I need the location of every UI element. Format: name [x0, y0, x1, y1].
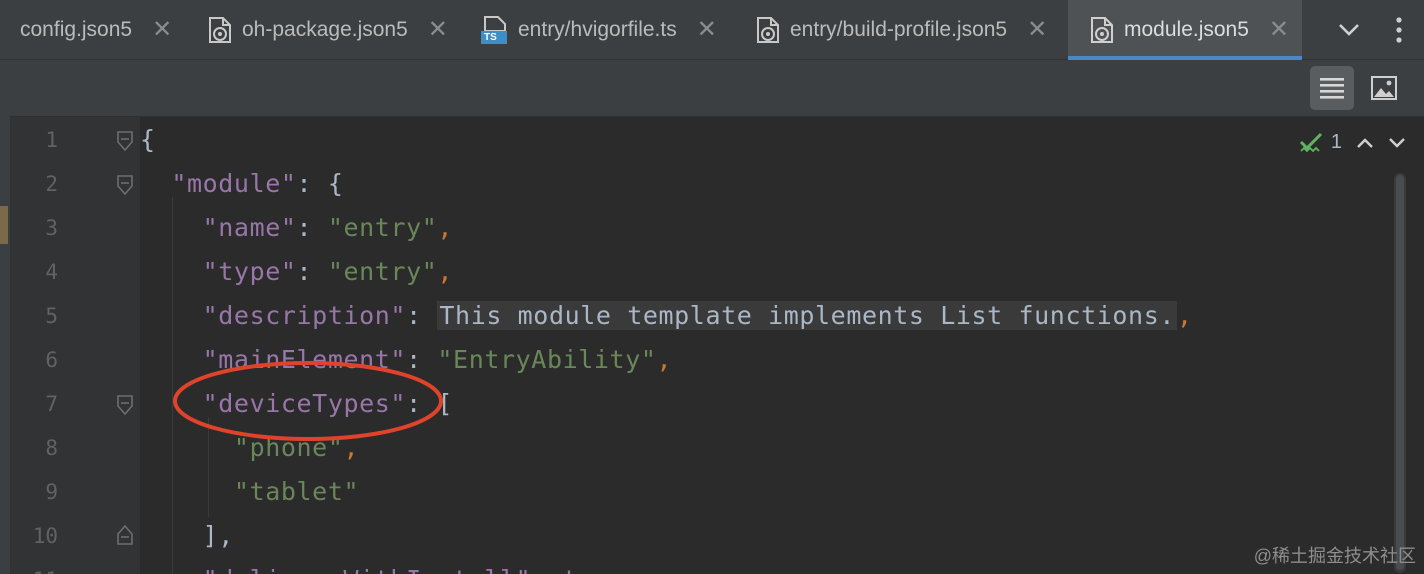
strip-marker — [0, 206, 8, 244]
inspection-count: 1 — [1330, 131, 1342, 153]
json-string: "tablet" — [233, 477, 360, 506]
code-token: , — [437, 257, 454, 286]
more-options-button[interactable] — [1374, 5, 1424, 55]
json-key: "deliveryWithInstall": t — [203, 565, 579, 574]
code-line-1: { — [140, 125, 156, 154]
tab-oh-package-json5[interactable]: oh-package.json5 ✕ — [194, 0, 462, 60]
code-token: : { — [296, 169, 344, 198]
show-hidden-tabs-button[interactable] — [1324, 5, 1374, 55]
json5-file-icon — [1091, 17, 1113, 43]
json-key: "type" — [202, 257, 297, 286]
line-number: 1 — [45, 128, 58, 152]
json-string: "entry" — [327, 257, 438, 286]
annotation-ellipse — [173, 361, 443, 441]
line-number: 2 — [45, 172, 58, 196]
code-token: ], — [202, 521, 234, 550]
tab-label: module.json5 — [1124, 18, 1249, 41]
json-key: "description" — [202, 301, 407, 330]
close-icon[interactable]: ✕ — [1027, 18, 1047, 42]
preview-view-button[interactable] — [1362, 66, 1406, 110]
tab-entry-build-profile-json5[interactable]: entry/build-profile.json5 ✕ — [740, 0, 1068, 60]
json-string: "entry" — [327, 213, 438, 242]
fold-collapse-icon[interactable] — [116, 174, 134, 196]
editor-tab-bar: config.json5 ✕ oh-package.json5 ✕ TS ent… — [0, 0, 1424, 60]
code-token: : — [406, 301, 438, 330]
close-icon[interactable]: ✕ — [152, 18, 172, 42]
vertical-scrollbar-thumb[interactable] — [1396, 175, 1404, 570]
tab-config-json5[interactable]: config.json5 ✕ — [0, 0, 194, 60]
code-token: , — [437, 213, 454, 242]
more-vertical-icon — [1396, 17, 1402, 43]
code-line-3: "name": "entry", — [140, 213, 453, 242]
tab-label: entry/hvigorfile.ts — [518, 18, 677, 41]
line-number: 6 — [45, 348, 58, 372]
line-number: 5 — [45, 304, 58, 328]
code-line-9: "tablet" — [140, 477, 359, 506]
line-number: 4 — [45, 260, 58, 284]
line-number: 7 — [45, 392, 58, 416]
code-line-10: ], — [140, 521, 234, 550]
tab-label: entry/build-profile.json5 — [790, 18, 1008, 41]
fold-end-icon[interactable] — [116, 524, 134, 546]
line-number: 3 — [45, 216, 58, 240]
tab-label: config.json5 — [20, 18, 133, 41]
code-token: : — [296, 257, 328, 286]
code-line-11: "deliveryWithInstall": t — [140, 565, 578, 574]
text-view-button[interactable] — [1310, 66, 1354, 110]
line-number-gutter: 1 2 3 4 5 6 7 8 9 10 11 — [10, 117, 140, 574]
close-icon[interactable]: ✕ — [1269, 18, 1289, 42]
ts-badge: TS — [484, 32, 497, 43]
fold-collapse-icon[interactable] — [116, 130, 134, 152]
code-line-5: "description": This module template impl… — [140, 301, 1193, 330]
chevron-down-icon — [1339, 24, 1359, 36]
code-token: { — [140, 125, 156, 154]
left-tool-strip — [0, 60, 10, 574]
tab-module-json5[interactable]: module.json5 ✕ — [1068, 0, 1302, 60]
json-bare-value: This module template implements List fun… — [437, 301, 1177, 330]
chevron-up-icon[interactable] — [1356, 137, 1374, 149]
fold-collapse-icon[interactable] — [116, 394, 134, 416]
code-line-2: "module": { — [140, 169, 344, 198]
code-line-4: "type": "entry", — [140, 257, 453, 286]
text-lines-icon — [1320, 78, 1344, 99]
code-editor[interactable]: 1 2 3 4 5 6 7 8 9 10 11 { "module": { — [10, 117, 1424, 574]
tab-label: oh-package.json5 — [242, 18, 408, 41]
code-token: , — [1177, 301, 1193, 330]
check-typo-icon — [1299, 132, 1322, 152]
json5-file-icon — [209, 17, 231, 43]
image-icon — [1371, 76, 1397, 100]
watermark: @稀土掘金技术社区 — [1253, 546, 1416, 566]
json-key: "name" — [202, 213, 297, 242]
line-number: 8 — [45, 436, 58, 460]
editor-view-toolbar — [10, 60, 1424, 117]
inspection-widget: 1 — [1299, 131, 1406, 154]
line-number: 9 — [45, 480, 58, 504]
line-number: 11 — [10, 568, 58, 574]
chevron-down-icon[interactable] — [1388, 137, 1406, 149]
json5-file-icon — [757, 17, 779, 43]
json-string: "EntryAbility" — [437, 345, 657, 374]
close-icon[interactable]: ✕ — [697, 18, 717, 42]
tab-bar-tools — [1324, 0, 1424, 60]
code-token: : — [296, 213, 328, 242]
close-icon[interactable]: ✕ — [428, 18, 448, 42]
code-token: , — [656, 345, 673, 374]
line-number: 10 — [32, 524, 58, 548]
json-key: "module" — [171, 169, 297, 198]
inspection-status-button[interactable]: 1 — [1299, 131, 1342, 154]
tab-entry-hvigorfile-ts[interactable]: TS entry/hvigorfile.ts ✕ — [462, 0, 740, 60]
